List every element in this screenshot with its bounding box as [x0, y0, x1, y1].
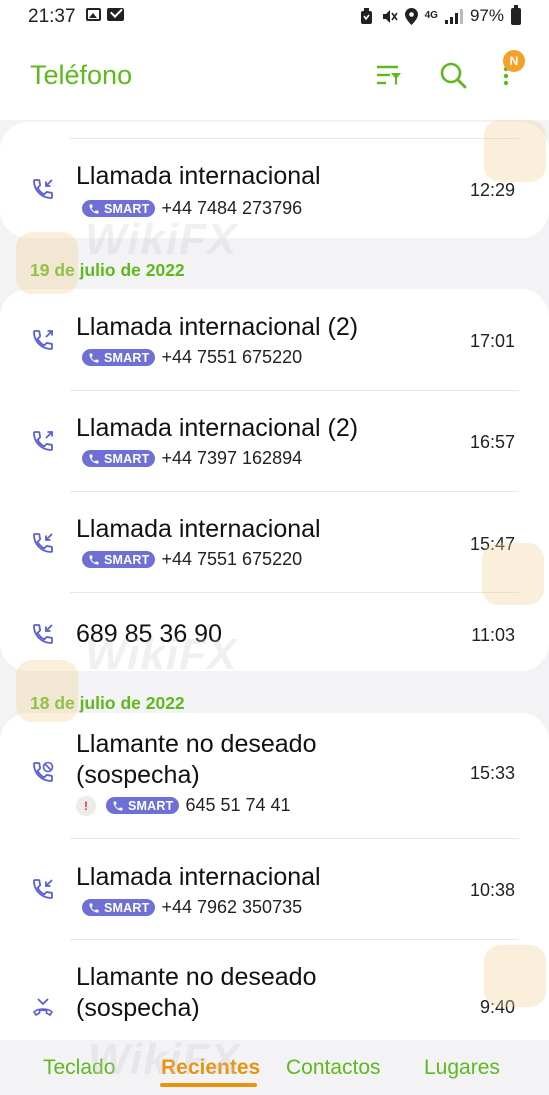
caller-subline: ! SMART 645 51 74 41 [76, 795, 291, 816]
phone-icon [88, 453, 100, 465]
smart-label: SMART [104, 900, 150, 915]
smart-label: SMART [128, 798, 174, 813]
incoming-call-icon [31, 531, 55, 555]
mute-icon [382, 9, 398, 23]
call-row[interactable]: Llamada internacional SMART +44 7551 675… [0, 491, 549, 592]
status-bar: 21:37 4G 97% [0, 0, 549, 34]
status-right: 4G 97% [359, 4, 521, 26]
notification-icons [86, 8, 124, 21]
caller-name-line2: (sospecha) [76, 994, 200, 1022]
caller-number: +44 7551 675220 [161, 347, 303, 367]
caller-number: 645 51 74 41 [185, 795, 291, 815]
call-row[interactable]: Llamante no deseado (sospecha) ! SMART 6… [0, 713, 549, 838]
call-time: 9:40 [479, 997, 515, 1017]
caller-name: Llamada internacional [76, 863, 321, 891]
smart-call-badge: SMART [82, 450, 156, 467]
smart-label: SMART [104, 350, 150, 365]
phone-icon [88, 554, 100, 566]
call-row[interactable]: Llamante no deseado (sospecha) 9:40 [0, 939, 549, 1053]
status-time: 21:37 [28, 6, 76, 27]
network-type: 4G [424, 10, 438, 21]
caller-name: Llamada internacional (2) [76, 313, 359, 341]
call-time: 16:57 [469, 432, 515, 452]
call-time: 15:33 [469, 763, 515, 783]
caller-subline: SMART +44 7551 675220 [82, 347, 302, 368]
battery-icon [511, 4, 521, 25]
caller-subline: SMART +44 7551 675220 [82, 549, 302, 570]
signal-icon [444, 8, 463, 24]
tab-places[interactable]: Lugares [424, 1056, 500, 1080]
call-row[interactable]: Llamada internacional (2) SMART +44 7397… [0, 390, 549, 491]
smart-call-badge: SMART [82, 899, 156, 916]
smart-label: SMART [104, 552, 150, 567]
caller-number: +44 7551 675220 [161, 549, 303, 569]
call-time: 15:47 [469, 534, 515, 554]
smart-label: SMART [104, 451, 150, 466]
smart-call-badge: SMART [106, 797, 180, 814]
call-row[interactable]: Llamada internacional SMART +44 7484 273… [0, 138, 549, 238]
phone-icon [112, 800, 124, 812]
caller-subline: SMART +44 7484 273796 [82, 198, 302, 219]
call-row[interactable]: Llamada internacional (2) SMART +44 7551… [0, 289, 549, 390]
warning-icon: ! [76, 795, 96, 816]
call-group-today: Llamada internacional SMART +44 7484 273… [0, 122, 549, 238]
caller-subline: SMART +44 7962 350735 [82, 897, 302, 918]
smart-call-badge: SMART [82, 200, 156, 217]
page-title: Teléfono [30, 60, 133, 90]
call-time: 12:29 [469, 180, 515, 200]
call-row[interactable]: Llamada internacional SMART +44 7962 350… [0, 838, 549, 939]
filter-icon[interactable] [374, 60, 404, 90]
tab-contacts[interactable]: Contactos [286, 1056, 381, 1080]
phone-icon [88, 352, 100, 364]
tab-keypad[interactable]: Teclado [43, 1056, 115, 1080]
bottom-navigation: Teclado Recientes Contactos Lugares [0, 1040, 549, 1095]
incoming-call-icon [31, 877, 55, 901]
smart-call-badge: SMART [82, 349, 156, 366]
phone-icon [88, 203, 100, 215]
outgoing-call-icon [31, 431, 53, 453]
call-group-19-july: Llamada internacional (2) SMART +44 7551… [0, 289, 549, 671]
caller-name-line1: Llamante no deseado [76, 730, 317, 758]
date-header: 19 de julio de 2022 [30, 260, 185, 280]
caller-name: Llamada internacional [76, 515, 321, 543]
app-header: Teléfono N [0, 34, 549, 120]
notification-badge: N [503, 50, 525, 72]
mail-icon [107, 8, 124, 21]
blocked-call-icon [31, 761, 54, 784]
location-icon [404, 7, 418, 25]
outgoing-call-icon [31, 330, 53, 352]
call-row[interactable]: 689 85 36 90 11:03 [0, 592, 549, 671]
date-header: 18 de julio de 2022 [30, 693, 185, 713]
gallery-icon [86, 8, 101, 21]
tab-recents[interactable]: Recientes [161, 1056, 260, 1080]
caller-name: Llamada internacional (2) [76, 414, 359, 442]
caller-number: +44 7397 162894 [161, 448, 303, 468]
call-time: 10:38 [469, 880, 515, 900]
caller-name-line2: (sospecha) [76, 761, 200, 789]
caller-name: 689 85 36 90 [76, 620, 222, 648]
smart-label: SMART [104, 201, 150, 216]
battery-percent: 97% [469, 6, 504, 25]
caller-subline: SMART +44 7397 162894 [82, 448, 302, 469]
caller-name: Llamada internacional [76, 162, 321, 190]
call-group-18-july: Llamante no deseado (sospecha) ! SMART 6… [0, 713, 549, 1053]
incoming-call-icon [31, 622, 55, 646]
caller-number: +44 7484 273796 [161, 198, 303, 218]
search-icon[interactable] [438, 60, 468, 90]
phone-icon [88, 902, 100, 914]
caller-number: +44 7962 350735 [161, 897, 303, 917]
incoming-call-icon [31, 177, 55, 201]
active-tab-indicator [160, 1083, 257, 1087]
smart-call-badge: SMART [82, 551, 156, 568]
call-time: 17:01 [469, 331, 515, 351]
call-time: 11:03 [471, 625, 515, 645]
rejected-call-icon [32, 998, 54, 1017]
alarm-icon [360, 7, 372, 24]
caller-name-line1: Llamante no deseado [76, 963, 317, 991]
